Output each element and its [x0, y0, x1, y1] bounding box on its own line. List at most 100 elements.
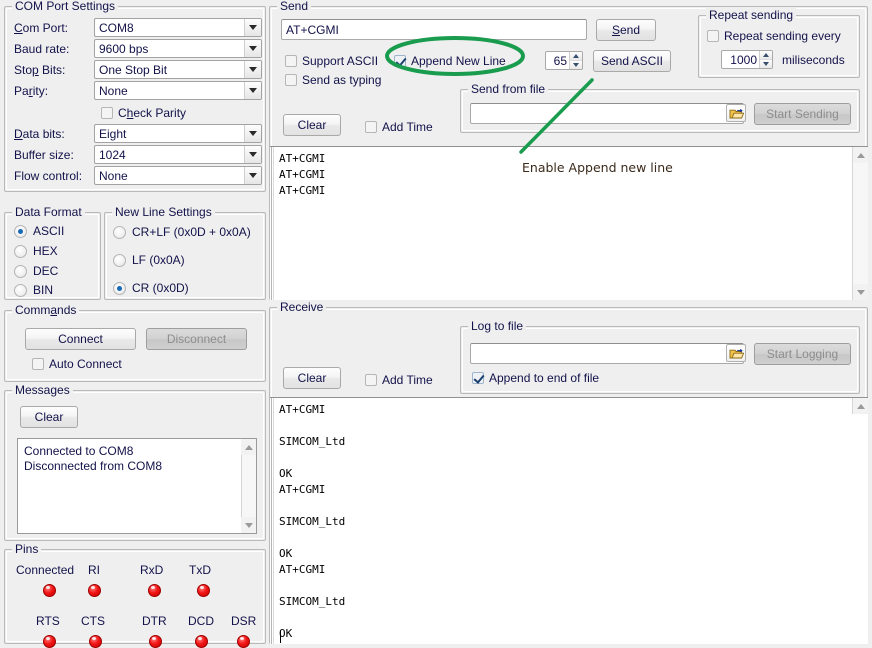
- checkbox-box: [285, 74, 297, 86]
- receive-log-text: AT+CGMI SIMCOM_Ltd OK AT+CGMI SIMCOM_Ltd…: [270, 398, 868, 642]
- log-to-file-title: Log to file: [468, 319, 526, 333]
- pin-label-dsr: DSR: [231, 614, 256, 628]
- pin-led-rxd: [148, 584, 161, 597]
- messages-group: Messages Clear Connected to COM8 Disconn…: [4, 390, 266, 541]
- receive-add-time-checkbox[interactable]: Add Time: [365, 373, 433, 387]
- repeat-sending-checkbox[interactable]: Repeat sending every: [707, 29, 841, 43]
- chevron-down-icon[interactable]: [244, 40, 261, 57]
- receive-log-scrollbar[interactable]: [852, 398, 868, 414]
- chevron-down-icon[interactable]: [244, 61, 261, 78]
- data-bits-label: Data bits:: [14, 127, 65, 141]
- start-logging-button[interactable]: Start Logging: [754, 343, 851, 365]
- receive-title: Receive: [277, 300, 326, 314]
- folder-open-icon[interactable]: [726, 104, 746, 122]
- pin-led-connected: [43, 584, 56, 597]
- com-port-label: Com Port:: [14, 21, 68, 35]
- check-parity-checkbox[interactable]: Check Parity: [101, 106, 186, 120]
- chevron-down-icon[interactable]: [244, 19, 261, 36]
- send-group: Send AT+CGMI Send Support ASCII Append N…: [269, 6, 868, 300]
- send-log-area[interactable]: AT+CGMI AT+CGMI AT+CGMI: [270, 146, 868, 300]
- append-new-line-checkbox[interactable]: Append New Line: [394, 54, 506, 68]
- flow-control-label: Flow control:: [14, 169, 82, 183]
- spinner-up-icon[interactable]: [570, 52, 582, 61]
- spinner-up-icon[interactable]: [760, 51, 772, 60]
- data-format-option-hex[interactable]: HEX: [14, 244, 58, 258]
- messages-list[interactable]: Connected to COM8 Disconnected from COM8: [17, 438, 257, 534]
- radio-dot: [14, 225, 27, 238]
- messages-clear-button[interactable]: Clear: [20, 406, 78, 428]
- receive-log-area[interactable]: AT+CGMI SIMCOM_Ltd OK AT+CGMI SIMCOM_Ltd…: [270, 397, 868, 644]
- chevron-down-icon[interactable]: [244, 146, 261, 163]
- buffer-size-select[interactable]: 1024: [94, 145, 262, 164]
- radio-dot: [14, 284, 27, 297]
- scroll-up-icon[interactable]: [853, 147, 869, 163]
- send-button[interactable]: Send: [596, 19, 656, 41]
- data-format-option-bin[interactable]: BIN: [14, 283, 53, 297]
- new-line-settings-title: New Line Settings: [112, 205, 215, 219]
- auto-connect-checkbox[interactable]: Auto Connect: [32, 357, 122, 371]
- send-ascii-button[interactable]: Send ASCII: [593, 50, 671, 72]
- pin-led-dtr: [149, 635, 162, 648]
- parity-select[interactable]: None: [94, 81, 262, 100]
- scroll-up-icon[interactable]: [853, 398, 869, 414]
- data-format-group: Data Format ASCII HEX DEC BIN: [4, 212, 101, 300]
- send-log-scrollbar[interactable]: [852, 147, 868, 300]
- pin-led-rts: [43, 635, 56, 648]
- start-sending-button[interactable]: Start Sending: [754, 103, 851, 125]
- messages-scrollbar[interactable]: [241, 439, 256, 533]
- ascii-code-spinner[interactable]: 65: [545, 51, 583, 70]
- repeat-interval-spinner[interactable]: 1000: [721, 50, 773, 69]
- chevron-down-icon[interactable]: [244, 125, 261, 142]
- pin-label-ri: RI: [88, 563, 100, 577]
- new-line-option-crlf[interactable]: CR+LF (0x0D + 0x0A): [113, 225, 251, 239]
- pin-led-cts: [89, 635, 102, 648]
- chevron-down-icon[interactable]: [244, 167, 261, 184]
- connect-button[interactable]: Connect: [25, 328, 136, 350]
- checkbox-box: [285, 55, 297, 67]
- com-port-settings-group: COM Port Settings Com Port: COM8 Baud ra…: [4, 6, 266, 192]
- disconnect-button[interactable]: Disconnect: [146, 328, 247, 350]
- scroll-up-icon[interactable]: [241, 439, 257, 455]
- folder-open-icon[interactable]: [726, 344, 746, 362]
- scroll-down-icon[interactable]: [853, 284, 869, 300]
- new-line-option-lf[interactable]: LF (0x0A): [113, 253, 185, 267]
- pin-label-dcd: DCD: [188, 614, 214, 628]
- support-ascii-checkbox[interactable]: Support ASCII: [285, 54, 378, 68]
- pins-title: Pins: [12, 542, 41, 556]
- com-port-settings-title: COM Port Settings: [12, 0, 118, 13]
- send-clear-button[interactable]: Clear: [283, 114, 341, 136]
- send-file-path-input[interactable]: [470, 103, 744, 124]
- send-add-time-checkbox[interactable]: Add Time: [365, 120, 433, 134]
- scroll-down-icon[interactable]: [241, 517, 257, 533]
- stop-bits-label: Stop Bits:: [14, 63, 65, 77]
- log-to-file-group: Log to file Start Logging: [460, 326, 860, 394]
- new-line-option-cr[interactable]: CR (0x0D): [113, 281, 189, 295]
- chevron-down-icon[interactable]: [244, 82, 261, 99]
- data-format-title: Data Format: [12, 205, 85, 219]
- receive-clear-button[interactable]: Clear: [283, 367, 341, 389]
- com-port-select[interactable]: COM8: [94, 18, 262, 37]
- baud-rate-select[interactable]: 9600 bps: [94, 39, 262, 58]
- send-from-file-title: Send from file: [468, 82, 548, 96]
- repeat-sending-group: Repeat sending Repeat sending every 1000…: [698, 15, 860, 78]
- flow-control-select[interactable]: None: [94, 166, 262, 185]
- data-bits-select[interactable]: Eight: [94, 124, 262, 143]
- append-to-end-of-file-checkbox[interactable]: Append to end of file: [472, 371, 599, 385]
- pin-led-txd: [197, 584, 210, 597]
- parity-label: Parity:: [14, 84, 48, 98]
- spinner-down-icon[interactable]: [570, 61, 582, 69]
- radio-dot: [113, 254, 126, 267]
- spinner-down-icon[interactable]: [760, 60, 772, 68]
- send-command-input[interactable]: AT+CGMI: [281, 19, 587, 40]
- log-file-path-input[interactable]: [470, 343, 744, 364]
- checkbox-box: [707, 30, 719, 42]
- new-line-settings-group: New Line Settings CR+LF (0x0D + 0x0A) LF…: [104, 212, 266, 300]
- data-format-option-ascii[interactable]: ASCII: [14, 224, 64, 238]
- buffer-size-label: Buffer size:: [14, 148, 74, 162]
- send-as-typing-checkbox[interactable]: Send as typing: [285, 73, 381, 87]
- send-button-label: Send: [612, 23, 640, 37]
- stop-bits-select[interactable]: One Stop Bit: [94, 60, 262, 79]
- data-format-option-dec[interactable]: DEC: [14, 264, 58, 278]
- checkbox-box: [472, 372, 484, 384]
- receive-group: Receive Clear Add Time Log to file: [269, 307, 868, 644]
